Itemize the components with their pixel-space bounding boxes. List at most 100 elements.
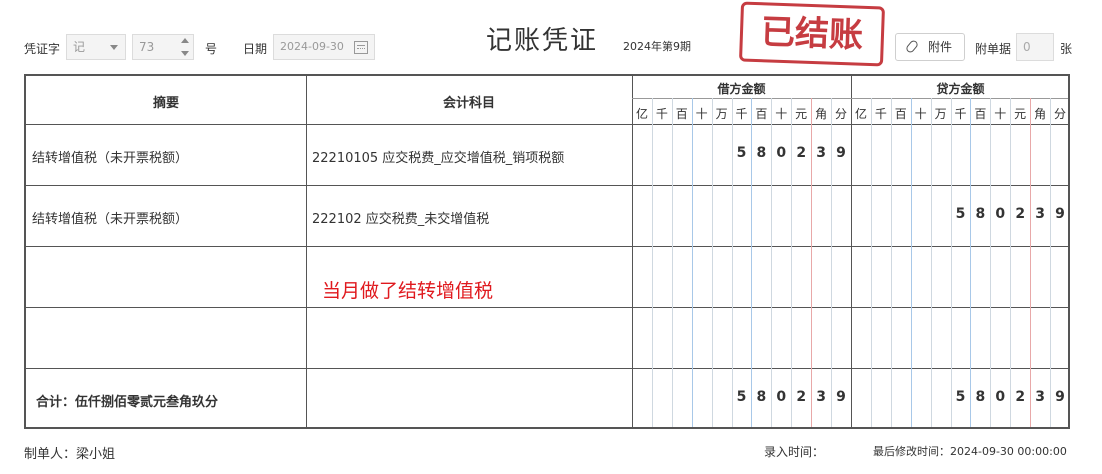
digit-column-line — [990, 98, 992, 427]
voucher-entry-table: 摘要 会计科目 借方金额 贷方金额 亿千百十万千百十元角分58023958023… — [24, 74, 1070, 429]
credit-amount-digit: 2 — [1015, 205, 1026, 222]
credit-unit-label: 元 — [1014, 107, 1027, 121]
row-divider — [26, 124, 1068, 125]
attachment-count-input[interactable]: 0 — [1016, 33, 1054, 61]
credit-amount-digit: 5 — [955, 388, 966, 405]
credit-amount-digit: 0 — [995, 388, 1006, 405]
debit-amount-digit: 3 — [816, 388, 826, 405]
row-2-account[interactable]: 222102 应交税费_未交增值税 — [312, 208, 489, 227]
red-annotation: 当月做了结转增值税 — [322, 280, 494, 302]
digit-column-line — [651, 98, 653, 427]
credit-amount-digit: 3 — [1035, 205, 1045, 222]
amount-header-divider — [632, 98, 1068, 99]
credit-amount-digit: 9 — [1055, 388, 1065, 405]
debit-column-header: 借方金额 — [717, 82, 766, 96]
debit-unit-label: 千 — [735, 107, 748, 121]
total-label: 合计：伍仟捌佰零贰元叁角玖分 — [36, 395, 219, 410]
credit-unit-label: 千 — [874, 107, 887, 121]
column-divider — [306, 76, 307, 427]
row-2-summary[interactable]: 结转增值税（未开票税额） — [32, 208, 188, 227]
digit-column-line — [930, 98, 932, 427]
credit-unit-label: 十 — [914, 107, 927, 121]
debit-amount-digit: 3 — [816, 144, 826, 161]
column-divider — [632, 76, 633, 427]
credit-unit-label: 千 — [954, 107, 967, 121]
accounting-period: 2024年第9期 — [623, 40, 691, 53]
credit-unit-label: 百 — [974, 107, 987, 121]
debit-amount-digit: 5 — [736, 388, 747, 405]
debit-unit-label: 万 — [715, 107, 728, 121]
credit-column-header: 贷方金额 — [936, 82, 985, 96]
credit-amount-digit: 8 — [975, 205, 986, 222]
row-divider — [26, 246, 1068, 247]
credit-unit-label: 十 — [994, 107, 1007, 121]
credit-unit-label: 百 — [894, 107, 907, 121]
closed-stamp: 已结账 — [738, 1, 886, 67]
credit-amount-digit: 5 — [955, 205, 966, 222]
row-1-account[interactable]: 22210105 应交税费_应交增值税_销项税额 — [312, 147, 564, 166]
debit-amount-digit: 8 — [756, 144, 767, 161]
debit-unit-label: 分 — [834, 107, 847, 121]
row-divider — [26, 368, 1068, 369]
column-divider — [851, 76, 852, 427]
attachment-count-value: 0 — [1023, 40, 1031, 54]
debit-amount-digit: 9 — [836, 388, 846, 405]
credit-amount-digit: 0 — [995, 205, 1006, 222]
stepper-arrows-icon[interactable] — [181, 38, 189, 56]
digit-column-line — [691, 98, 693, 427]
digit-column-line — [950, 98, 952, 427]
voucher-number-stepper[interactable]: 73 — [132, 34, 194, 60]
digit-column-line — [870, 98, 872, 427]
debit-unit-label: 百 — [675, 107, 688, 121]
debit-amount-digit: 0 — [776, 144, 787, 161]
debit-unit-label: 百 — [755, 107, 768, 121]
voucher-toolbar: 凭证字 记 73 号 日期 2024-09-30 记账凭证 2024年第9期 已… — [0, 0, 1102, 74]
voucher-type-select[interactable]: 记 — [66, 34, 126, 60]
page-title: 记账凭证 — [486, 26, 599, 56]
credit-amount-digit: 9 — [1055, 205, 1065, 222]
digit-column-line — [1050, 98, 1051, 427]
voucher-type-label: 凭证字 — [24, 42, 61, 56]
debit-amount-digit: 0 — [776, 388, 787, 405]
attachment-button-label: 附件 — [928, 40, 953, 54]
debit-unit-label: 元 — [795, 107, 808, 121]
debit-unit-label: 千 — [655, 107, 668, 121]
credit-unit-label: 分 — [1053, 107, 1066, 121]
row-1-summary[interactable]: 结转增值税（未开票税额） — [32, 147, 188, 166]
summary-column-header: 摘要 — [152, 96, 179, 111]
voucher-type-value: 记 — [73, 40, 86, 54]
paperclip-icon — [904, 38, 920, 55]
debit-amount-digit: 8 — [756, 388, 767, 405]
digit-column-line — [711, 98, 713, 427]
credit-unit-label: 亿 — [854, 107, 867, 121]
credit-amount-digit: 3 — [1035, 388, 1045, 405]
debit-unit-label: 角 — [815, 107, 828, 121]
credit-unit-label: 角 — [1034, 107, 1047, 121]
debit-amount-digit: 5 — [736, 144, 747, 161]
voucher-number-value: 73 — [139, 40, 155, 54]
debit-amount-digit: 2 — [796, 388, 807, 405]
digit-column-line — [1030, 98, 1032, 427]
date-picker[interactable]: 2024-09-30 — [273, 34, 375, 60]
attachment-button[interactable]: 附件 — [895, 33, 965, 61]
calendar-icon[interactable] — [354, 41, 368, 54]
chevron-down-icon — [110, 45, 118, 50]
digit-column-line — [671, 98, 673, 427]
date-label: 日期 — [243, 42, 268, 56]
entry-time-label: 录入时间： — [764, 445, 825, 459]
credit-unit-label: 万 — [934, 107, 947, 121]
attachment-count-unit: 张 — [1060, 42, 1073, 56]
voucher-number-suffix: 号 — [205, 42, 218, 56]
date-value: 2024-09-30 — [280, 40, 344, 53]
debit-unit-label: 十 — [775, 107, 788, 121]
modified-time-label: 最后修改时间：2024-09-30 00:00:00 — [873, 445, 1067, 458]
digit-column-line — [1010, 98, 1012, 427]
attachment-count-label: 附单据 — [975, 42, 1012, 56]
debit-unit-label: 亿 — [635, 107, 648, 121]
debit-amount-digit: 2 — [796, 144, 807, 161]
account-column-header: 会计科目 — [442, 96, 495, 111]
credit-amount-digit: 2 — [1015, 388, 1026, 405]
digit-column-line — [970, 98, 972, 427]
row-divider — [26, 185, 1068, 186]
maker-label: 制单人：梁小姐 — [24, 447, 116, 462]
